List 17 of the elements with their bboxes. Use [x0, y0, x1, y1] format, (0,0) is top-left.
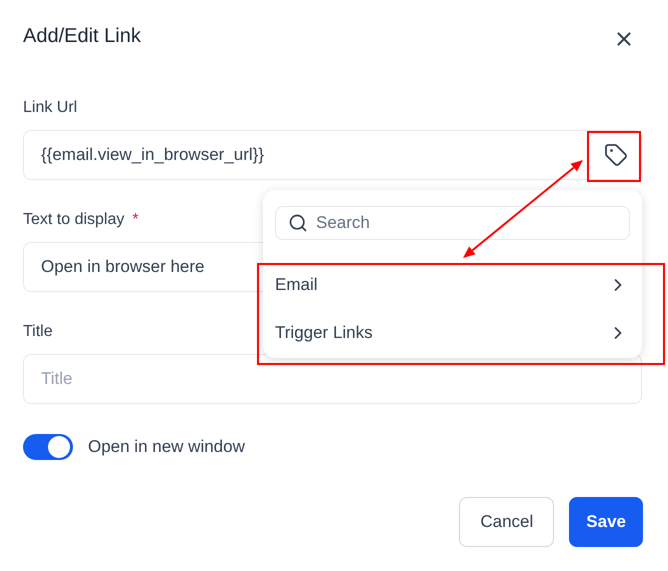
- menu-item[interactable]: Trigger Links: [275, 309, 630, 357]
- toggle-switch[interactable]: [23, 434, 73, 460]
- toggle-label: Open in new window: [88, 436, 245, 458]
- menu-item[interactable]: Email: [275, 261, 630, 309]
- search-icon: [288, 213, 308, 233]
- field-label: Link Url: [23, 98, 78, 118]
- input-field[interactable]: {{email.view_in_browser_url}}: [23, 130, 642, 180]
- required-mark: *: [132, 210, 139, 230]
- input-field[interactable]: Title: [23, 354, 642, 404]
- dialog-title: Add/Edit Link: [23, 24, 141, 49]
- field-label: Title: [23, 322, 53, 342]
- save-button[interactable]: Save: [569, 497, 643, 547]
- field-label: Text to display: [23, 210, 124, 230]
- highlight-box: [587, 131, 641, 182]
- cancel-button[interactable]: Cancel: [459, 497, 554, 547]
- search-field[interactable]: Search: [275, 206, 630, 240]
- tag-icon[interactable]: [604, 143, 628, 167]
